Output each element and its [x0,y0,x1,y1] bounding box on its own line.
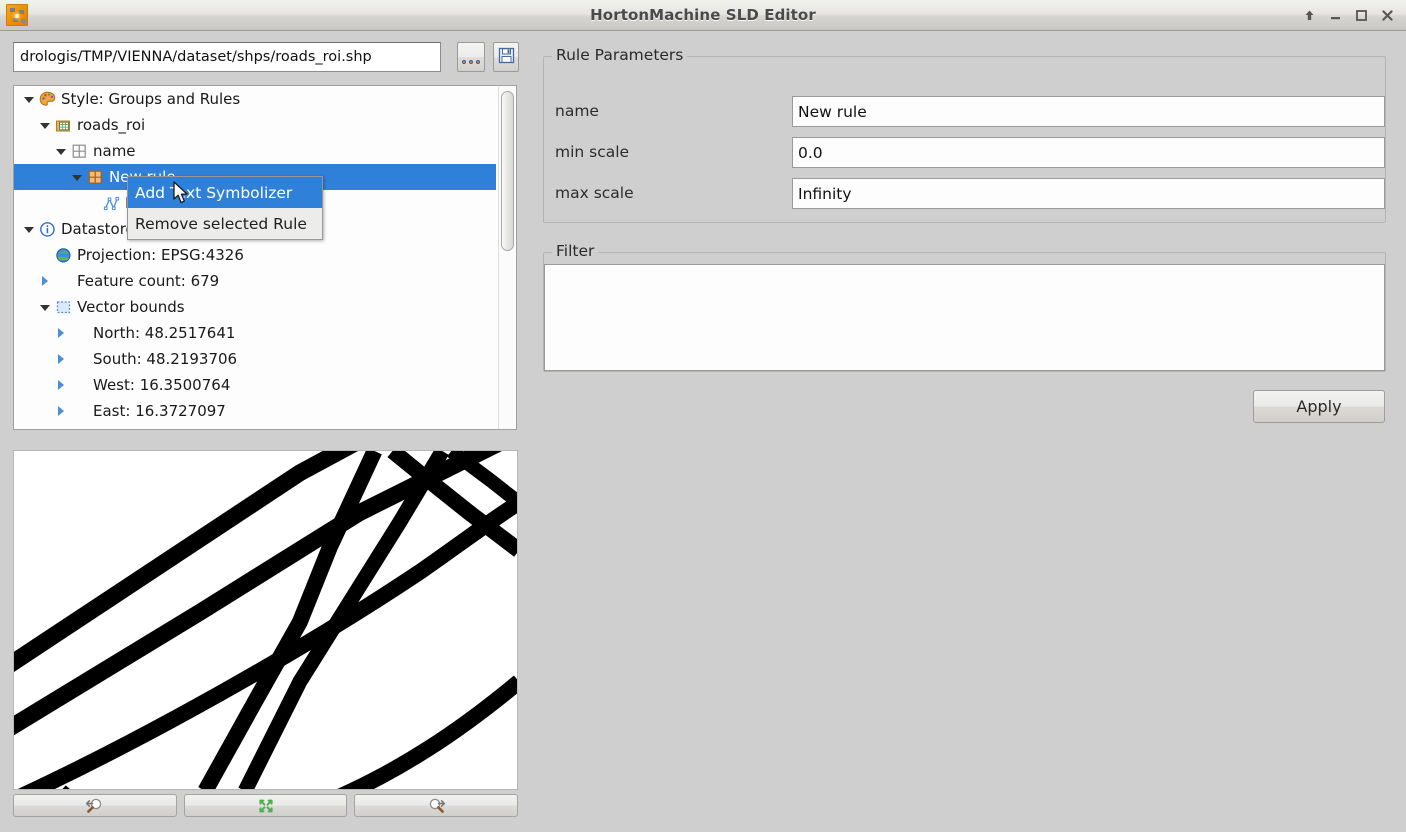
info-icon [39,221,56,238]
tree-item-style-groups-and-rules[interactable]: Style: Groups and Rules [14,86,496,112]
chevron-down-icon[interactable] [22,222,36,236]
minimize-button[interactable] [1322,4,1348,28]
maximize-button[interactable] [1348,4,1374,28]
chevron-down-icon[interactable] [22,92,36,106]
param-label-min-scale: min scale [555,143,630,161]
chevron-down-icon[interactable] [38,300,52,314]
rule-parameters-title: Rule Parameters [552,46,688,64]
tree-item-projection-epsg-4326[interactable]: Projection: EPSG:4326 [14,242,496,268]
chevron-right-icon[interactable] [54,326,68,340]
tree-item-label: name [93,142,136,160]
floppy-disk-icon [498,47,515,68]
tree-icon-spacer [71,403,88,420]
param-label-max-scale: max scale [555,184,634,202]
tree-context-menu[interactable]: Add Text Symbolizer Remove selected Rule [127,176,323,240]
grid-gray-icon [71,143,88,160]
tree-item-name[interactable]: name [14,138,496,164]
magnifier-plus-icon [426,798,446,814]
tree-item-label: West: 16.3500764 [93,376,231,394]
scrollbar-thumb[interactable] [501,91,514,251]
param-input-min-scale[interactable] [792,137,1385,168]
polyline-icon [103,195,120,212]
filter-title: Filter [552,242,599,260]
tree-item-roads-roi[interactable]: roads_roi [14,112,496,138]
param-input-name[interactable] [792,96,1385,127]
tree-icon-spacer [55,273,72,290]
sld-editor-window: HortonMachine SLD Editor drologis/TMP/VI… [0,0,1406,832]
tree-item-vector-bounds[interactable]: Vector bounds [14,294,496,320]
ellipsis-icon [462,60,480,64]
tree-item-label: East: 16.3727097 [93,402,226,420]
map-preview[interactable] [13,450,518,790]
tree-item-label: Projection: EPSG:4326 [77,246,244,264]
chevron-down-icon[interactable] [70,170,84,184]
layer-icon [55,117,72,134]
palette-icon [39,91,56,108]
browse-button[interactable] [457,42,485,72]
globe-icon [55,247,72,264]
tree-item-label: South: 48.2193706 [93,350,238,368]
title-bar: HortonMachine SLD Editor [0,0,1406,31]
expand-arrows-icon [256,797,276,815]
save-style-button[interactable] [493,42,519,72]
tree-item-label: Style: Groups and Rules [61,90,241,108]
tree-item-north-48-2517641[interactable]: North: 48.2517641 [14,320,496,346]
tree-item-label: Vector bounds [77,298,185,316]
close-button[interactable] [1374,4,1400,28]
bounds-icon [55,299,72,316]
tree-icon-spacer [71,325,88,342]
window-controls [1296,2,1400,29]
tree-item-west-16-3500764[interactable]: West: 16.3500764 [14,372,496,398]
tree-item-east-16-3727097[interactable]: East: 16.3727097 [14,398,496,424]
tree-item-feature-count-679[interactable]: Feature count: 679 [14,268,496,294]
zoom-to-all-button[interactable] [183,794,348,817]
chevron-down-icon[interactable] [38,118,52,132]
chevron-down-icon[interactable] [54,144,68,158]
tree-item-label: North: 48.2517641 [93,324,236,342]
zoom-in-button[interactable] [354,794,519,817]
tree-vertical-scrollbar[interactable] [498,87,515,429]
apply-button[interactable]: Apply [1253,390,1385,423]
zoom-out-button[interactable] [13,794,177,817]
context-menu-item-add-text-symbolizer[interactable]: Add Text Symbolizer [128,177,322,208]
shade-button[interactable] [1296,4,1322,28]
tree-icon-spacer [71,377,88,394]
context-menu-item-remove-selected-rule[interactable]: Remove selected Rule [128,208,322,239]
magnifier-minus-icon [85,798,105,814]
chevron-right-icon[interactable] [54,378,68,392]
tree-item-south-48-2193706[interactable]: South: 48.2193706 [14,346,496,372]
chevron-right-icon[interactable] [54,404,68,418]
tree-item-label: Feature count: 679 [77,272,220,290]
tree-icon-spacer [71,351,88,368]
param-label-name: name [555,102,599,120]
chevron-right-icon[interactable] [38,274,52,288]
map-road-line [337,675,517,789]
filter-input[interactable] [544,264,1385,371]
grid-orange-icon [87,169,104,186]
chevron-right-icon[interactable] [54,352,68,366]
style-tree-panel[interactable]: Style: Groups and Rules roads_roi name New … [13,85,517,430]
map-toolbar [13,794,519,817]
file-path-input[interactable] [13,42,441,72]
style-tree[interactable]: Style: Groups and Rules roads_roi name New … [14,86,496,424]
window-title: HortonMachine SLD Editor [590,6,816,24]
tree-item-label: roads_roi [77,116,146,134]
map-preview-canvas [14,451,517,789]
param-input-max-scale[interactable] [792,178,1385,209]
